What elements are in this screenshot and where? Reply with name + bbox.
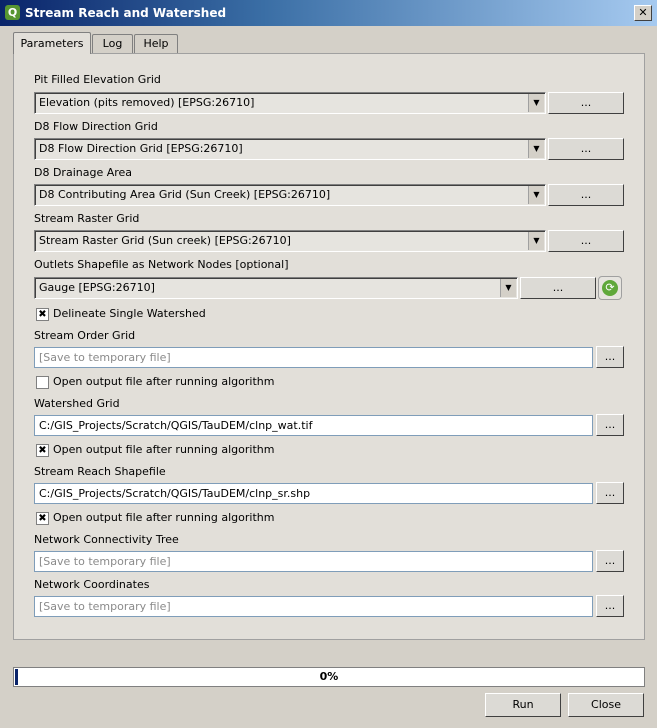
connectivity-tree-input[interactable] <box>35 552 592 571</box>
pit-filled-label: Pit Filled Elevation Grid <box>34 73 161 86</box>
watershed-open-checkbox[interactable]: ✖ <box>36 444 49 457</box>
watershed-open-label: Open output file after running algorithm <box>53 443 275 456</box>
tab-parameters[interactable]: Parameters <box>13 32 91 54</box>
chevron-down-icon[interactable]: ▼ <box>528 140 544 158</box>
outlets-value: Gauge [EPSG:26710] <box>39 281 155 294</box>
stream-order-open-label: Open output file after running algorithm <box>53 375 275 388</box>
pit-filled-combo[interactable]: Elevation (pits removed) [EPSG:26710] ▼ <box>34 92 546 114</box>
watershed-input[interactable] <box>35 416 592 435</box>
dialog-window: Q Stream Reach and Watershed ✕ Parameter… <box>0 0 657 728</box>
qgis-icon: Q <box>5 5 20 20</box>
run-button[interactable]: Run <box>485 693 561 717</box>
watershed-label: Watershed Grid <box>34 397 120 410</box>
d8-flow-value: D8 Flow Direction Grid [EPSG:26710] <box>39 142 243 155</box>
stream-reach-field[interactable] <box>34 483 593 504</box>
d8-flow-combo[interactable]: D8 Flow Direction Grid [EPSG:26710] ▼ <box>34 138 546 160</box>
drainage-area-combo[interactable]: D8 Contributing Area Grid (Sun Creek) [E… <box>34 184 546 206</box>
stream-reach-input[interactable] <box>35 484 592 503</box>
window-title: Stream Reach and Watershed <box>25 6 227 20</box>
outlets-label: Outlets Shapefile as Network Nodes [opti… <box>34 258 289 271</box>
delineate-checkbox[interactable]: ✖ <box>36 308 49 321</box>
refresh-button[interactable]: ⟳ <box>598 276 622 300</box>
close-window-button[interactable]: ✕ <box>634 5 652 21</box>
connectivity-tree-field[interactable] <box>34 551 593 572</box>
drainage-area-browse-button[interactable]: ... <box>548 184 624 206</box>
tab-log[interactable]: Log <box>92 34 133 53</box>
stream-order-open-checkbox[interactable] <box>36 376 49 389</box>
stream-raster-value: Stream Raster Grid (Sun creek) [EPSG:267… <box>39 234 291 247</box>
outlets-browse-button[interactable]: ... <box>520 277 596 299</box>
network-coordinates-field[interactable] <box>34 596 593 617</box>
watershed-browse-button[interactable]: ... <box>596 414 624 436</box>
d8-flow-label: D8 Flow Direction Grid <box>34 120 158 133</box>
watershed-field[interactable] <box>34 415 593 436</box>
pit-filled-value: Elevation (pits removed) [EPSG:26710] <box>39 96 255 109</box>
progress-bar: 0% <box>13 667 645 687</box>
drainage-area-label: D8 Drainage Area <box>34 166 133 179</box>
stream-raster-browse-button[interactable]: ... <box>548 230 624 252</box>
connectivity-tree-label: Network Connectivity Tree <box>34 533 179 546</box>
close-button[interactable]: Close <box>568 693 644 717</box>
stream-raster-label: Stream Raster Grid <box>34 212 140 225</box>
network-coordinates-browse-button[interactable]: ... <box>596 595 624 617</box>
pit-filled-browse-button[interactable]: ... <box>548 92 624 114</box>
network-coordinates-input[interactable] <box>35 597 592 616</box>
stream-raster-combo[interactable]: Stream Raster Grid (Sun creek) [EPSG:267… <box>34 230 546 252</box>
network-coordinates-label: Network Coordinates <box>34 578 150 591</box>
stream-reach-browse-button[interactable]: ... <box>596 482 624 504</box>
outlets-combo[interactable]: Gauge [EPSG:26710] ▼ <box>34 277 518 299</box>
refresh-icon: ⟳ <box>602 280 618 296</box>
stream-reach-label: Stream Reach Shapefile <box>34 465 166 478</box>
chevron-down-icon[interactable]: ▼ <box>528 186 544 204</box>
stream-order-field[interactable] <box>34 347 593 368</box>
delineate-label: Delineate Single Watershed <box>53 307 206 320</box>
stream-order-browse-button[interactable]: ... <box>596 346 624 368</box>
progress-label: 0% <box>319 670 339 683</box>
chevron-down-icon[interactable]: ▼ <box>528 94 544 112</box>
stream-reach-open-checkbox[interactable]: ✖ <box>36 512 49 525</box>
stream-order-label: Stream Order Grid <box>34 329 136 342</box>
tab-help[interactable]: Help <box>134 34 178 53</box>
stream-reach-open-label: Open output file after running algorithm <box>53 511 275 524</box>
chevron-down-icon[interactable]: ▼ <box>528 232 544 250</box>
drainage-area-value: D8 Contributing Area Grid (Sun Creek) [E… <box>39 188 331 201</box>
stream-order-input[interactable] <box>35 348 592 367</box>
title-bar[interactable]: Q Stream Reach and Watershed ✕ <box>0 0 657 26</box>
chevron-down-icon[interactable]: ▼ <box>500 279 516 297</box>
connectivity-tree-browse-button[interactable]: ... <box>596 550 624 572</box>
d8-flow-browse-button[interactable]: ... <box>548 138 624 160</box>
